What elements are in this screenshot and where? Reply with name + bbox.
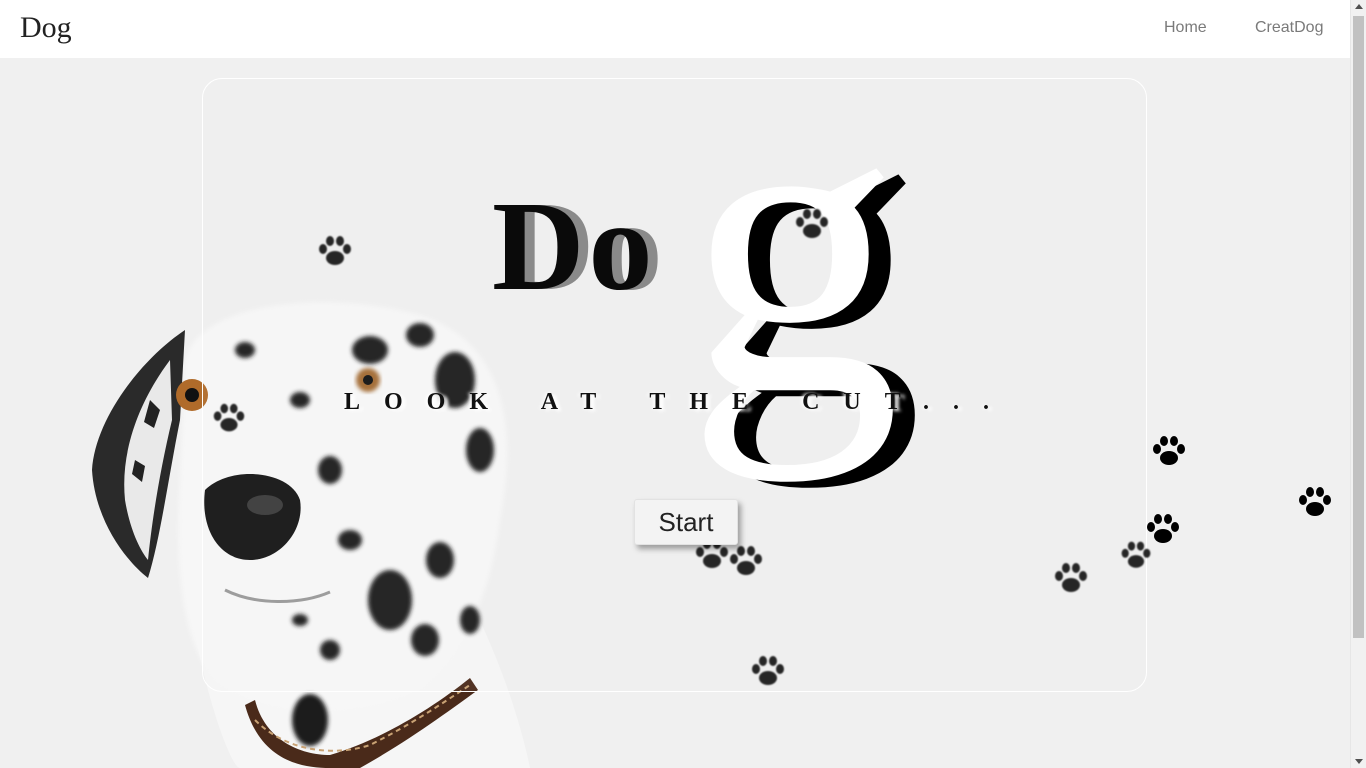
paw-print-icon <box>213 403 245 432</box>
hero-subtitle: LOOK AT THE CUT... <box>344 389 1013 415</box>
scroll-down-arrow-icon[interactable] <box>1355 759 1363 764</box>
hero-title-do: Do <box>492 175 657 317</box>
scroll-up-arrow-icon[interactable] <box>1355 4 1363 9</box>
paw-print-icon <box>319 236 351 265</box>
nav-link-home[interactable]: Home <box>1164 19 1207 37</box>
scrollbar-thumb[interactable] <box>1353 16 1364 638</box>
brand-logo[interactable]: Dog <box>20 11 72 45</box>
vertical-scrollbar[interactable] <box>1350 0 1366 768</box>
hero-panel <box>202 78 1147 692</box>
nav-link-creatdog[interactable]: CreatDog <box>1255 19 1323 37</box>
paw-print-icon <box>730 546 762 575</box>
navbar: Dog Home CreatDog <box>0 0 1350 58</box>
paw-print-icon <box>1147 514 1179 543</box>
paw-print-icon <box>1055 563 1087 592</box>
start-button[interactable]: Start <box>634 499 738 545</box>
paw-print-icon <box>796 209 828 238</box>
paw-print-icon <box>1153 436 1185 465</box>
paw-print-icon <box>752 656 784 685</box>
paw-print-icon <box>1299 487 1331 516</box>
